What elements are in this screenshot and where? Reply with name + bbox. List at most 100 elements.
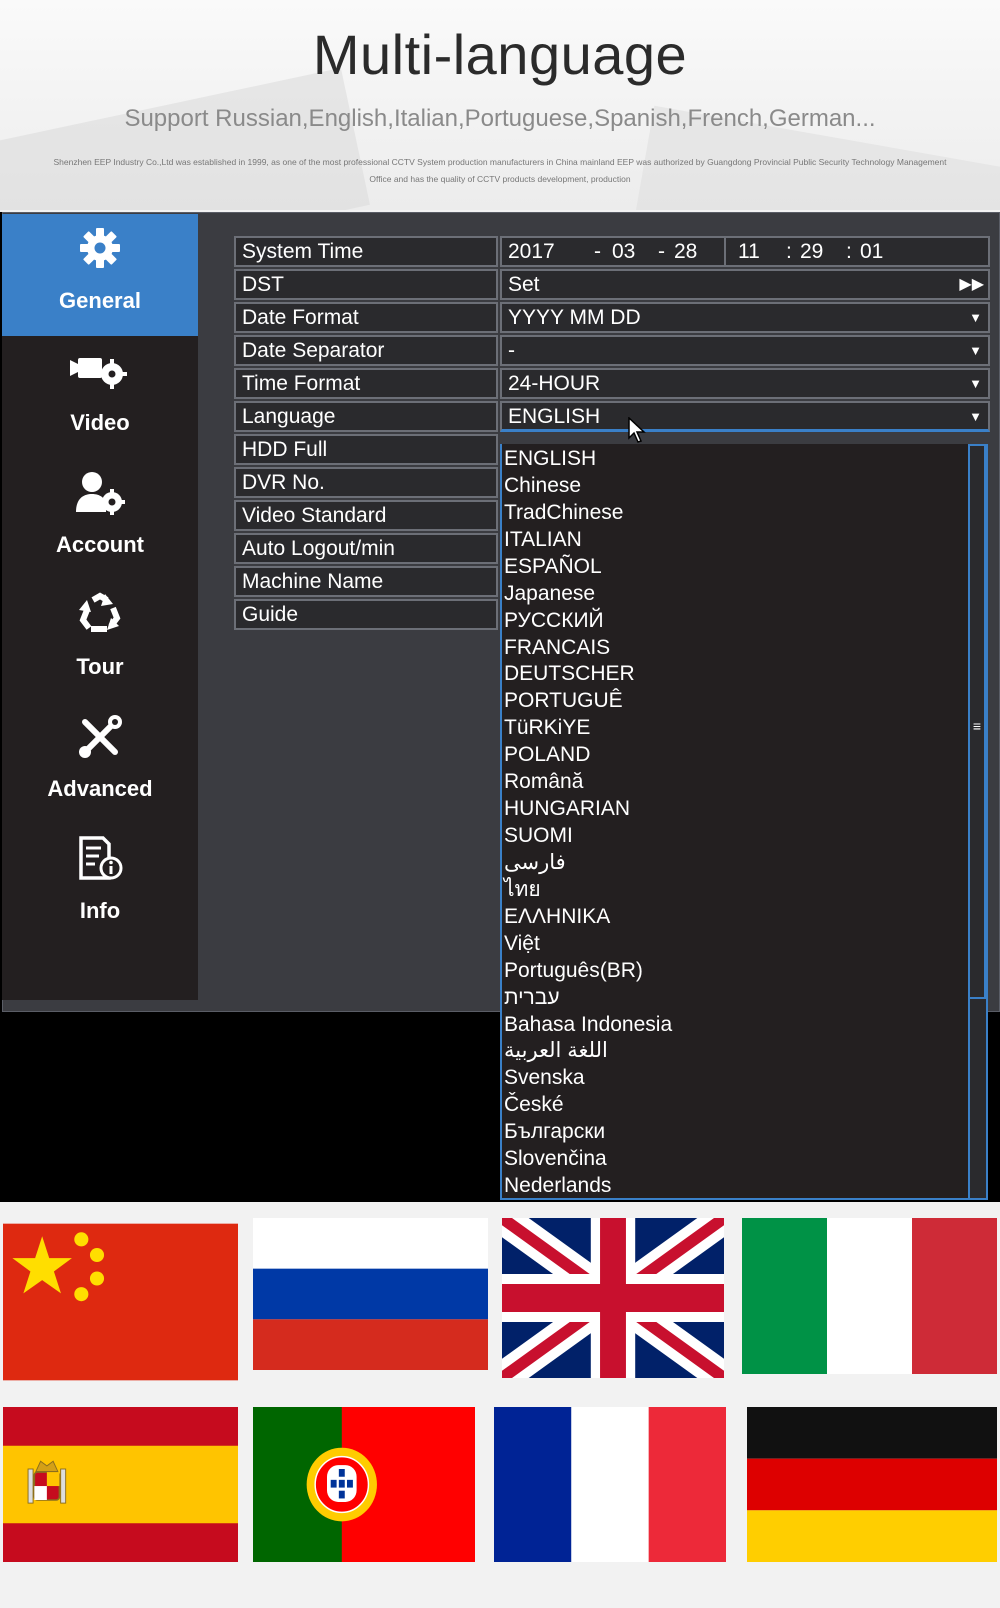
sidebar-item-tour[interactable]: Tour	[2, 580, 198, 702]
language-option[interactable]: Nederlands	[504, 1173, 611, 1199]
company-line-1: Shenzhen EEP Industry Co.,Ltd was establ…	[53, 157, 947, 167]
second-field[interactable]: 01	[860, 238, 883, 265]
sidebar-item-video[interactable]: Video	[2, 336, 198, 458]
time-format-select[interactable]: 24-HOUR ▼	[500, 368, 990, 399]
promo-header: Multi-language Support Russian,English,I…	[0, 0, 1000, 210]
sidebar-item-label: Video	[70, 410, 130, 435]
system-time-field[interactable]: 2017 - 03 - 28 11 : 29 : 01	[500, 236, 990, 267]
forward-arrow-icon: ▶▶	[959, 276, 984, 293]
sidebar-item-label: Info	[79, 898, 121, 923]
scrollbar-thumb[interactable]: ≡	[968, 444, 986, 999]
dst-set-button[interactable]: Set ▶▶	[500, 269, 990, 300]
camera-gear-icon	[2, 348, 198, 400]
dst-label: DST	[234, 269, 498, 300]
user-gear-icon	[2, 470, 198, 522]
language-option[interactable]: Português(BR)	[504, 958, 643, 984]
language-option[interactable]: Български	[504, 1119, 605, 1145]
dvr-settings-screen: General Video Account Tour Advanced Info…	[0, 212, 1000, 1202]
language-option[interactable]: FRANCAIS	[504, 635, 610, 661]
time-format-label: Time Format	[234, 368, 498, 399]
language-option[interactable]: ΕΛΛΗΝΙΚΑ	[504, 904, 610, 930]
tools-icon	[2, 714, 198, 766]
flag-gallery	[0, 1203, 1000, 1608]
day-field[interactable]: 28	[674, 238, 697, 265]
language-option[interactable]: Japanese	[504, 581, 595, 607]
date-separator-select[interactable]: - ▼	[500, 335, 990, 366]
minute-field[interactable]: 29	[800, 238, 823, 265]
chevron-down-icon: ▼	[969, 343, 982, 358]
date-sep-1: -	[594, 240, 601, 263]
time-sep-2: :	[846, 240, 852, 263]
chevron-down-icon: ▼	[969, 310, 982, 325]
hdd-full-label: HDD Full	[234, 434, 498, 465]
language-option[interactable]: PORTUGUÊ	[504, 688, 623, 714]
sidebar-item-label: Account	[56, 532, 144, 557]
language-option[interactable]: Bahasa Indonesia	[504, 1012, 672, 1038]
dvr-no-label: DVR No.	[234, 467, 498, 498]
time-sep-1: :	[786, 240, 792, 263]
sidebar-item-account[interactable]: Account	[2, 458, 198, 580]
year-field[interactable]: 2017	[508, 238, 555, 265]
sidebar-item-advanced[interactable]: Advanced	[2, 702, 198, 824]
sidebar: General Video Account Tour Advanced Info	[2, 214, 198, 1000]
date-separator-value: -	[508, 339, 515, 362]
russia-flag	[253, 1218, 488, 1370]
page-title: Multi-language	[312, 23, 688, 86]
sidebar-item-label: Tour	[76, 654, 124, 679]
system-time-label: System Time	[234, 236, 498, 267]
language-option[interactable]: HUNGARIAN	[504, 796, 630, 822]
sidebar-item-label: General	[59, 288, 141, 313]
chevron-down-icon: ▼	[969, 409, 982, 424]
gear-icon	[2, 226, 198, 278]
language-label: Language	[234, 401, 498, 432]
language-option[interactable]: Română	[504, 769, 583, 795]
guide-label: Guide	[234, 599, 498, 630]
language-option[interactable]: ESPAÑOL	[504, 554, 602, 580]
hour-field[interactable]: 11	[738, 238, 760, 265]
mouse-pointer-icon	[628, 416, 646, 448]
page-subtitle: Support Russian,English,Italian,Portugue…	[124, 105, 876, 132]
language-option[interactable]: SUOMI	[504, 823, 573, 849]
date-format-select[interactable]: YYYY MM DD ▼	[500, 302, 990, 333]
language-option[interactable]: اللغة العربية	[504, 1038, 608, 1064]
portugal-flag	[253, 1407, 475, 1562]
date-sep-2: -	[658, 240, 665, 263]
grip-icon: ≡	[972, 718, 981, 734]
language-option[interactable]: DEUTSCHER	[504, 661, 635, 687]
language-option[interactable]: POLAND	[504, 742, 590, 768]
uk-flag	[502, 1218, 724, 1378]
language-option[interactable]: РУССКИЙ	[504, 608, 604, 634]
dst-value: Set	[508, 273, 540, 296]
language-value: ENGLISH	[508, 405, 601, 428]
sidebar-item-info[interactable]: Info	[2, 824, 198, 946]
language-option[interactable]: עברית	[504, 985, 560, 1011]
italy-flag	[742, 1218, 997, 1374]
recycle-icon	[2, 592, 198, 644]
france-flag	[494, 1407, 726, 1562]
language-option[interactable]: ITALIAN	[504, 527, 582, 553]
language-option[interactable]: TradChinese	[504, 500, 623, 526]
company-line-2: Office and has the quality of CCTV produ…	[369, 174, 631, 184]
sidebar-item-general[interactable]: General	[2, 214, 198, 336]
sidebar-item-label: Advanced	[47, 776, 153, 801]
spain-flag	[3, 1407, 238, 1562]
language-dropdown-list[interactable]: Nederlands Slovenčina Български České Svensk…	[500, 444, 988, 1200]
language-option[interactable]: فارسی	[504, 850, 566, 876]
month-field[interactable]: 03	[612, 238, 635, 265]
date-format-label: Date Format	[234, 302, 498, 333]
language-option[interactable]: Việt	[504, 931, 540, 957]
language-option[interactable]: Svenska	[504, 1065, 585, 1091]
language-option[interactable]: ENGLISH	[504, 446, 596, 472]
language-option[interactable]: ไทย	[504, 877, 541, 903]
language-option[interactable]: Chinese	[504, 473, 581, 499]
document-info-icon	[2, 836, 198, 888]
language-select[interactable]: ENGLISH ▼	[500, 401, 990, 432]
language-option[interactable]: České	[504, 1092, 564, 1118]
germany-flag	[747, 1407, 997, 1562]
chevron-down-icon: ▼	[969, 376, 982, 391]
auto-logout-label: Auto Logout/min	[234, 533, 498, 564]
company-description: Shenzhen EEP Industry Co.,Ltd was establ…	[40, 154, 960, 188]
language-option[interactable]: Slovenčina	[504, 1146, 607, 1172]
language-option[interactable]: TüRKiYE	[504, 715, 590, 741]
video-standard-label: Video Standard	[234, 500, 498, 531]
